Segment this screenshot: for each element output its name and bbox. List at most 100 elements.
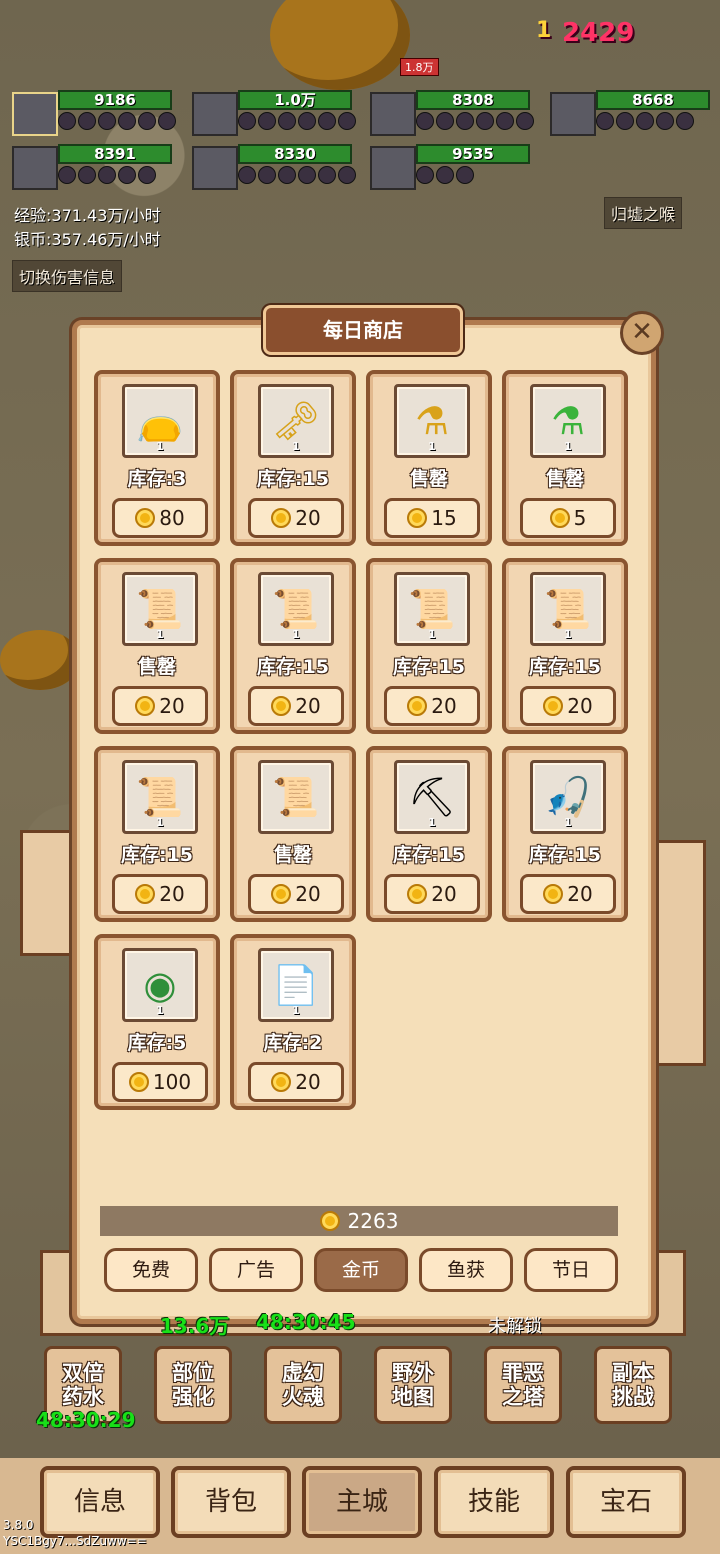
silver-rate: 银币:357.46万/小时 [14, 230, 161, 249]
tab-free[interactable]: 免费 [104, 1248, 198, 1292]
hero-slot[interactable]: 8330 [192, 144, 356, 190]
tab-fish[interactable]: 鱼获 [419, 1248, 513, 1292]
hero-skill-icons [596, 112, 694, 130]
coin-icon [271, 508, 292, 528]
item-stock: 库存:15 [120, 844, 194, 866]
item-quantity: 1 [292, 628, 300, 641]
coin-icon [543, 696, 564, 716]
item-stock: 售罄 [545, 468, 584, 490]
item-price: 80 [159, 506, 185, 530]
buy-price-button[interactable]: 15 [384, 498, 480, 538]
item-stock: 库存:15 [392, 844, 466, 866]
item-price: 5 [573, 506, 587, 530]
tab-festival[interactable]: 节日 [524, 1248, 618, 1292]
hero-skill-icons [58, 112, 176, 130]
shop-item-card[interactable]: ⚗ 1 售罄 15 [366, 370, 492, 546]
partial-timer: 13.6万 [160, 1314, 230, 1338]
hero-portrait [370, 146, 416, 190]
double-potion-timer: 48:30:29 [36, 1408, 136, 1432]
hero-hp: 8668 [596, 90, 710, 110]
nav-skills[interactable]: 技能 [434, 1466, 554, 1538]
shop-item-card[interactable]: 📜 1 库存:15 20 [366, 558, 492, 734]
shop-item-card[interactable]: ◉ 1 库存:5 100 [94, 934, 220, 1110]
item-stock: 库存:5 [127, 1032, 187, 1054]
item-price: 20 [567, 882, 593, 906]
hero-portrait [192, 146, 238, 190]
hero-slot[interactable]: 8308 [370, 90, 534, 136]
item-stock: 库存:2 [263, 1032, 323, 1054]
nav-bag[interactable]: 背包 [171, 1466, 291, 1538]
buy-price-button[interactable]: 20 [520, 874, 616, 914]
field-map-button[interactable]: 野外 地图 [374, 1346, 452, 1424]
item-quantity: 1 [156, 1004, 164, 1017]
buy-price-button[interactable]: 80 [112, 498, 208, 538]
hero-slot[interactable]: 9535 [370, 144, 530, 190]
hero-slot[interactable]: 8391 [12, 144, 172, 190]
shop-item-card[interactable]: 🎣 1 库存:15 20 [502, 746, 628, 922]
tab-ads[interactable]: 广告 [209, 1248, 303, 1292]
part-enhance-button[interactable]: 部位 强化 [154, 1346, 232, 1424]
hero-portrait [12, 92, 58, 136]
hero-portrait [370, 92, 416, 136]
coin-icon [407, 884, 428, 904]
item-quantity: 1 [428, 440, 436, 453]
device-id-label: YSC1Bgy7...SdZuww== [3, 1534, 147, 1548]
item-quantity: 1 [156, 628, 164, 641]
version-label: 3.8.0 [3, 1518, 34, 1532]
item-stock: 库存:15 [528, 656, 602, 678]
coin-icon [271, 696, 292, 716]
damage-number: 2429 [562, 18, 635, 48]
shop-item-card[interactable]: 📜 1 售罄 20 [94, 558, 220, 734]
item-quantity: 1 [564, 440, 572, 453]
buy-price-button[interactable]: 20 [248, 1062, 344, 1102]
item-price: 20 [159, 694, 185, 718]
sin-tower-button[interactable]: 罪恶 之塔 [484, 1346, 562, 1424]
gold-balance: 2263 [100, 1206, 618, 1236]
dungeon-challenge-button[interactable]: 副本 挑战 [594, 1346, 672, 1424]
shop-item-card[interactable]: 📄 1 库存:2 20 [230, 934, 356, 1110]
hero-portrait [192, 92, 238, 136]
buy-price-button[interactable]: 100 [112, 1062, 208, 1102]
zone-name-button[interactable]: 归墟之喉 [604, 197, 683, 229]
item-quantity: 1 [292, 440, 300, 453]
shop-item-card[interactable]: 📜 售罄 20 [230, 746, 356, 922]
shop-item-card[interactable]: ⛏ 1 库存:15 20 [366, 746, 492, 922]
buy-price-button[interactable]: 20 [248, 874, 344, 914]
coin-icon [271, 1072, 292, 1092]
shop-item-card[interactable]: ⚗ 1 售罄 5 [502, 370, 628, 546]
nav-gems[interactable]: 宝石 [566, 1466, 686, 1538]
buy-price-button[interactable]: 20 [112, 874, 208, 914]
hero-skill-icons [238, 166, 356, 184]
buy-price-button[interactable]: 5 [520, 498, 616, 538]
toggle-damage-info-button[interactable]: 切换伤害信息 [12, 260, 123, 292]
item-price: 20 [431, 882, 457, 906]
hero-slot[interactable]: 1.0万 [192, 90, 356, 136]
gold-balance-value: 2263 [347, 1209, 399, 1233]
buy-price-button[interactable]: 20 [112, 686, 208, 726]
item-quantity: 1 [156, 816, 164, 829]
hero-skill-icons [416, 166, 474, 184]
item-quantity: 1 [564, 628, 572, 641]
shop-item-card[interactable]: 🗝 1 库存:15 20 [230, 370, 356, 546]
coin-icon [407, 696, 428, 716]
hero-slot[interactable]: 8668 [550, 90, 710, 136]
shop-item-card[interactable]: 📜 1 库存:15 20 [502, 558, 628, 734]
shop-item-card[interactable]: 📜 1 库存:15 20 [230, 558, 356, 734]
nav-info[interactable]: 信息 [40, 1466, 160, 1538]
buy-price-button[interactable]: 20 [520, 686, 616, 726]
nav-main-city[interactable]: 主城 [302, 1466, 422, 1538]
buy-price-button[interactable]: 20 [248, 686, 344, 726]
hero-hp: 8308 [416, 90, 530, 110]
buy-price-button[interactable]: 20 [248, 498, 344, 538]
shop-item-card[interactable]: 👝 1 库存:3 80 [94, 370, 220, 546]
item-price: 20 [295, 882, 321, 906]
buy-price-button[interactable]: 20 [384, 874, 480, 914]
buy-price-button[interactable]: 20 [384, 686, 480, 726]
hero-slot[interactable]: 9186 [12, 90, 176, 136]
locked-label: 未解锁 [488, 1316, 542, 1337]
illusion-fire-soul-button[interactable]: 虚幻 火魂 [264, 1346, 342, 1424]
shop-item-card[interactable]: 📜 1 库存:15 20 [94, 746, 220, 922]
close-icon[interactable]: ✕ [620, 311, 664, 355]
tab-gold[interactable]: 金币 [314, 1248, 408, 1292]
exp-rate: 经验:371.43万/小时 [14, 206, 161, 225]
